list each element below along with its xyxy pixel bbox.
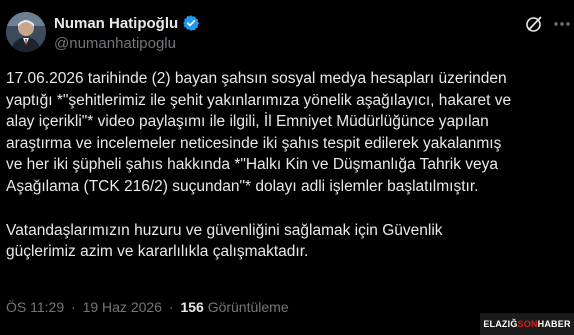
avatar[interactable] — [6, 12, 46, 52]
watermark-part: SON — [517, 319, 538, 329]
tweet-text-line: alay içerikli"* video paylaşımı ile ilgi… — [6, 113, 489, 131]
meta-separator: · — [71, 299, 76, 315]
tweet-text-line: 17.06.2026 tarihinde (2) bayan şahsın so… — [6, 70, 507, 87]
views-count[interactable]: 156 — [180, 299, 203, 315]
watermark-part: HABER — [537, 319, 571, 329]
watermark-logo: ELAZIĞ SON HABER — [480, 313, 574, 335]
tweet-text-line: Vatandaşlarımızın huzuru ve güvenliğini … — [6, 221, 443, 239]
tweet-text-line: yaptığı *"şehitlerimiz ile şehit yakınla… — [6, 91, 512, 109]
views-label: Görüntüleme — [207, 299, 289, 315]
profile-photo — [6, 12, 46, 52]
author-handle[interactable]: @numanhatipoglu — [54, 35, 176, 52]
tweet-text: 17.06.2026 tarihinde (2) bayan şahsın so… — [6, 68, 568, 263]
verified-badge-icon — [182, 14, 200, 32]
tweet-meta: ÖS 11:29 · 19 Haz 2026 · 156 Görüntüleme — [6, 299, 289, 315]
tweet-text-line: güçlerimiz azim ve kararlılıkla çalışmak… — [6, 243, 309, 261]
author-display-name[interactable]: Numan Hatipoğlu — [54, 15, 178, 32]
tweet-date[interactable]: 19 Haz 2026 — [83, 299, 162, 315]
grok-slash-circle-icon[interactable] — [524, 14, 544, 34]
tweet-text-line: ve her iki şüpheli şahıs hakkında *"Halk… — [6, 156, 498, 174]
tweet-time[interactable]: ÖS 11:29 — [6, 299, 64, 315]
tweet: Numan Hatipoğlu @numanhatipoglu 17.06.20… — [0, 0, 574, 335]
watermark-part: ELAZIĞ — [483, 319, 518, 329]
tweet-text-line: Aşağılama (TCK 216/2) suçundan"* dolayı … — [6, 177, 479, 195]
more-dots-icon[interactable] — [552, 14, 572, 34]
meta-separator: · — [168, 299, 174, 315]
author-name-row: Numan Hatipoğlu — [54, 14, 200, 32]
tweet-text-line: araştırma ve incelemeler neticesinde iki… — [6, 134, 502, 152]
